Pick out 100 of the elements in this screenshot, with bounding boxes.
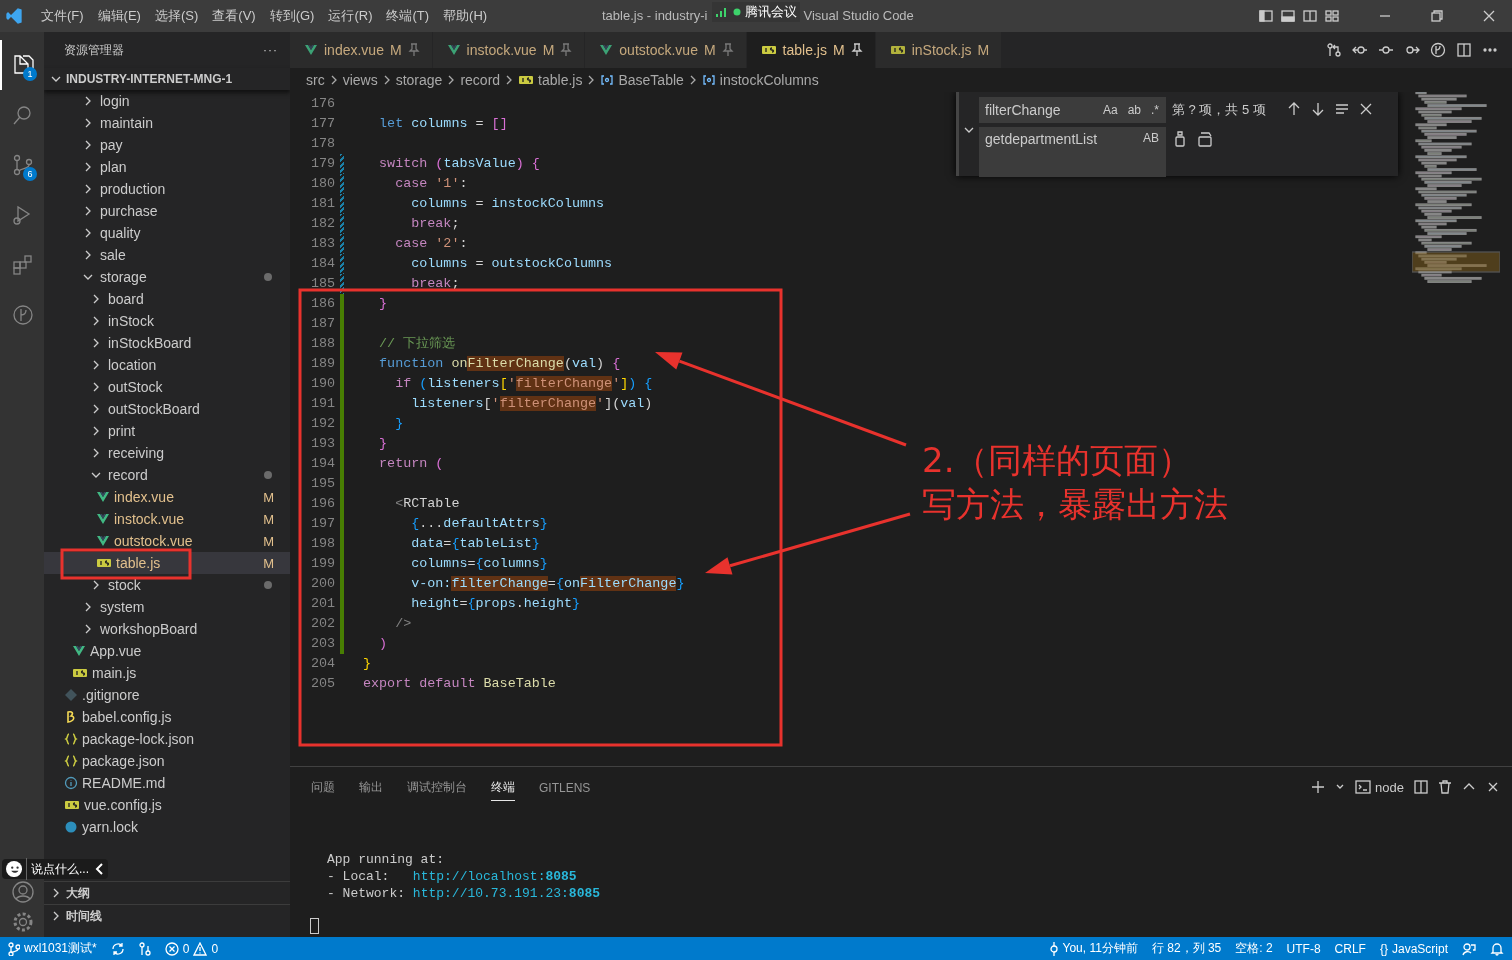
- line-ending-item[interactable]: CRLF: [1334, 941, 1366, 956]
- preserve-case-toggle[interactable]: AB: [1142, 131, 1160, 145]
- file-item[interactable]: instock.vue M: [44, 508, 290, 530]
- section-header[interactable]: 时间线: [44, 904, 290, 927]
- find-option-toggle[interactable]: ab: [1126, 103, 1142, 117]
- folder-item[interactable]: login: [44, 90, 290, 112]
- find-field[interactable]: filterChange Aa ab .*: [979, 97, 1166, 123]
- activity-bar-item[interactable]: 6: [0, 140, 44, 190]
- breadcrumb-item[interactable]: storage: [395, 72, 443, 88]
- editor-tab[interactable]: inStock.js M: [875, 32, 1003, 68]
- breadcrumb-item[interactable]: BaseTable: [600, 72, 684, 88]
- folder-item[interactable]: outStockBoard: [44, 398, 290, 420]
- menu-item[interactable]: 编辑(E): [90, 5, 148, 27]
- more-actions-button[interactable]: ···: [263, 43, 278, 57]
- file-item[interactable]: babel.config.js: [44, 706, 290, 728]
- folder-item[interactable]: board: [44, 288, 290, 310]
- file-item[interactable]: outstock.vue M: [44, 530, 290, 552]
- panel-tab[interactable]: 输出: [359, 773, 383, 801]
- folder-item[interactable]: production: [44, 178, 290, 200]
- terminal-select[interactable]: node: [1355, 779, 1404, 795]
- section-header[interactable]: 大纲: [44, 881, 290, 904]
- replace-field[interactable]: getdepartmentList AB: [979, 127, 1166, 177]
- editor-tab[interactable]: table.js M: [746, 32, 876, 68]
- find-option-toggle[interactable]: .*: [1150, 103, 1160, 117]
- folder-item[interactable]: sale: [44, 244, 290, 266]
- gitlens-icon[interactable]: [138, 941, 151, 956]
- folder-item[interactable]: stock: [44, 574, 290, 596]
- bell-icon[interactable]: [1490, 941, 1504, 956]
- file-item[interactable]: table.js M: [44, 552, 290, 574]
- file-item[interactable]: index.vue M: [44, 486, 290, 508]
- toolbar-action-icon[interactable]: [1430, 42, 1446, 58]
- editor-tab[interactable]: instock.vue M: [432, 32, 586, 68]
- folder-item[interactable]: inStockBoard: [44, 332, 290, 354]
- toolbar-action-icon[interactable]: [1456, 42, 1472, 58]
- folder-item[interactable]: system: [44, 596, 290, 618]
- folder-item[interactable]: inStock: [44, 310, 290, 332]
- restore-icon[interactable]: [1431, 10, 1443, 22]
- menu-item[interactable]: 转到(G): [262, 5, 322, 27]
- trash-icon[interactable]: [1438, 780, 1452, 794]
- folder-item[interactable]: quality: [44, 222, 290, 244]
- panel-tab[interactable]: 终端: [491, 773, 515, 801]
- language-mode-item[interactable]: {} JavaScript: [1379, 941, 1448, 956]
- feedback-icon[interactable]: [1462, 941, 1476, 956]
- folder-item[interactable]: storage: [44, 266, 290, 288]
- indentation-item[interactable]: 空格: 2: [1235, 940, 1273, 957]
- panel-tab[interactable]: 问题: [311, 773, 335, 801]
- find-option-toggle[interactable]: Aa: [1101, 103, 1119, 117]
- layout-icon[interactable]: [1280, 8, 1296, 24]
- sync-icon[interactable]: [110, 941, 125, 956]
- folder-item[interactable]: record: [44, 464, 290, 486]
- menu-item[interactable]: 选择(S): [147, 5, 206, 27]
- folder-item[interactable]: workshopBoard: [44, 618, 290, 640]
- breadcrumb-item[interactable]: instockColumns: [701, 72, 819, 88]
- editor-tab[interactable]: outstock.vue M: [585, 32, 747, 68]
- replace-all-icon[interactable]: [1196, 131, 1214, 147]
- breadcrumb-item[interactable]: table.js: [518, 72, 583, 88]
- chat-input[interactable]: 说点什么...: [31, 860, 90, 878]
- close-icon[interactable]: [1483, 10, 1495, 22]
- file-item[interactable]: package-lock.json: [44, 728, 290, 750]
- file-item[interactable]: main.js: [44, 662, 290, 684]
- file-item[interactable]: package.json: [44, 750, 290, 772]
- menu-item[interactable]: 终端(T): [379, 5, 437, 27]
- file-item[interactable]: yarn.lock: [44, 816, 290, 838]
- folder-item[interactable]: print: [44, 420, 290, 442]
- selection-lines-icon[interactable]: [1333, 101, 1350, 117]
- close-icon[interactable]: [1486, 780, 1500, 794]
- folder-item[interactable]: outStock: [44, 376, 290, 398]
- file-item[interactable]: vue.config.js: [44, 794, 290, 816]
- collapse-chevron-icon[interactable]: [94, 862, 104, 876]
- file-item[interactable]: .gitignore: [44, 684, 290, 706]
- menu-item[interactable]: 文件(F): [34, 5, 91, 27]
- folder-item[interactable]: location: [44, 354, 290, 376]
- layout-icon[interactable]: [1258, 8, 1274, 24]
- file-item[interactable]: README.md: [44, 772, 290, 794]
- folder-item[interactable]: maintain: [44, 112, 290, 134]
- cursor-position-item[interactable]: 行 82，列 35: [1151, 940, 1222, 957]
- workspace-root[interactable]: INDUSTRY-INTERNET-MNG-1: [44, 68, 290, 90]
- folder-item[interactable]: plan: [44, 156, 290, 178]
- menu-item[interactable]: 帮助(H): [436, 5, 495, 27]
- branch-item[interactable]: wxl1031测试*: [8, 940, 97, 957]
- add-icon[interactable]: [1311, 780, 1326, 794]
- breadcrumb-item[interactable]: src: [306, 72, 325, 88]
- split-icon[interactable]: [1414, 780, 1428, 794]
- toolbar-action-icon[interactable]: [1326, 42, 1342, 58]
- folder-item[interactable]: pay: [44, 134, 290, 156]
- layout-icon[interactable]: [1324, 8, 1340, 24]
- menu-item[interactable]: 运行(R): [321, 5, 380, 27]
- problems-item[interactable]: 0 0: [164, 941, 219, 956]
- panel-tab[interactable]: 调试控制台: [407, 773, 467, 801]
- blame-item[interactable]: You, 11分钟前: [1048, 940, 1138, 957]
- panel-tab[interactable]: GITLENS: [539, 774, 591, 800]
- folder-item[interactable]: purchase: [44, 200, 290, 222]
- encoding-item[interactable]: UTF-8: [1286, 941, 1321, 956]
- breadcrumb-item[interactable]: record: [460, 72, 501, 88]
- file-item[interactable]: App.vue: [44, 640, 290, 662]
- editor-tab[interactable]: index.vue M: [290, 32, 433, 68]
- replace-icon[interactable]: [1172, 131, 1188, 147]
- folder-item[interactable]: receiving: [44, 442, 290, 464]
- layout-icon[interactable]: [1302, 8, 1318, 24]
- menu-item[interactable]: 查看(V): [205, 5, 263, 27]
